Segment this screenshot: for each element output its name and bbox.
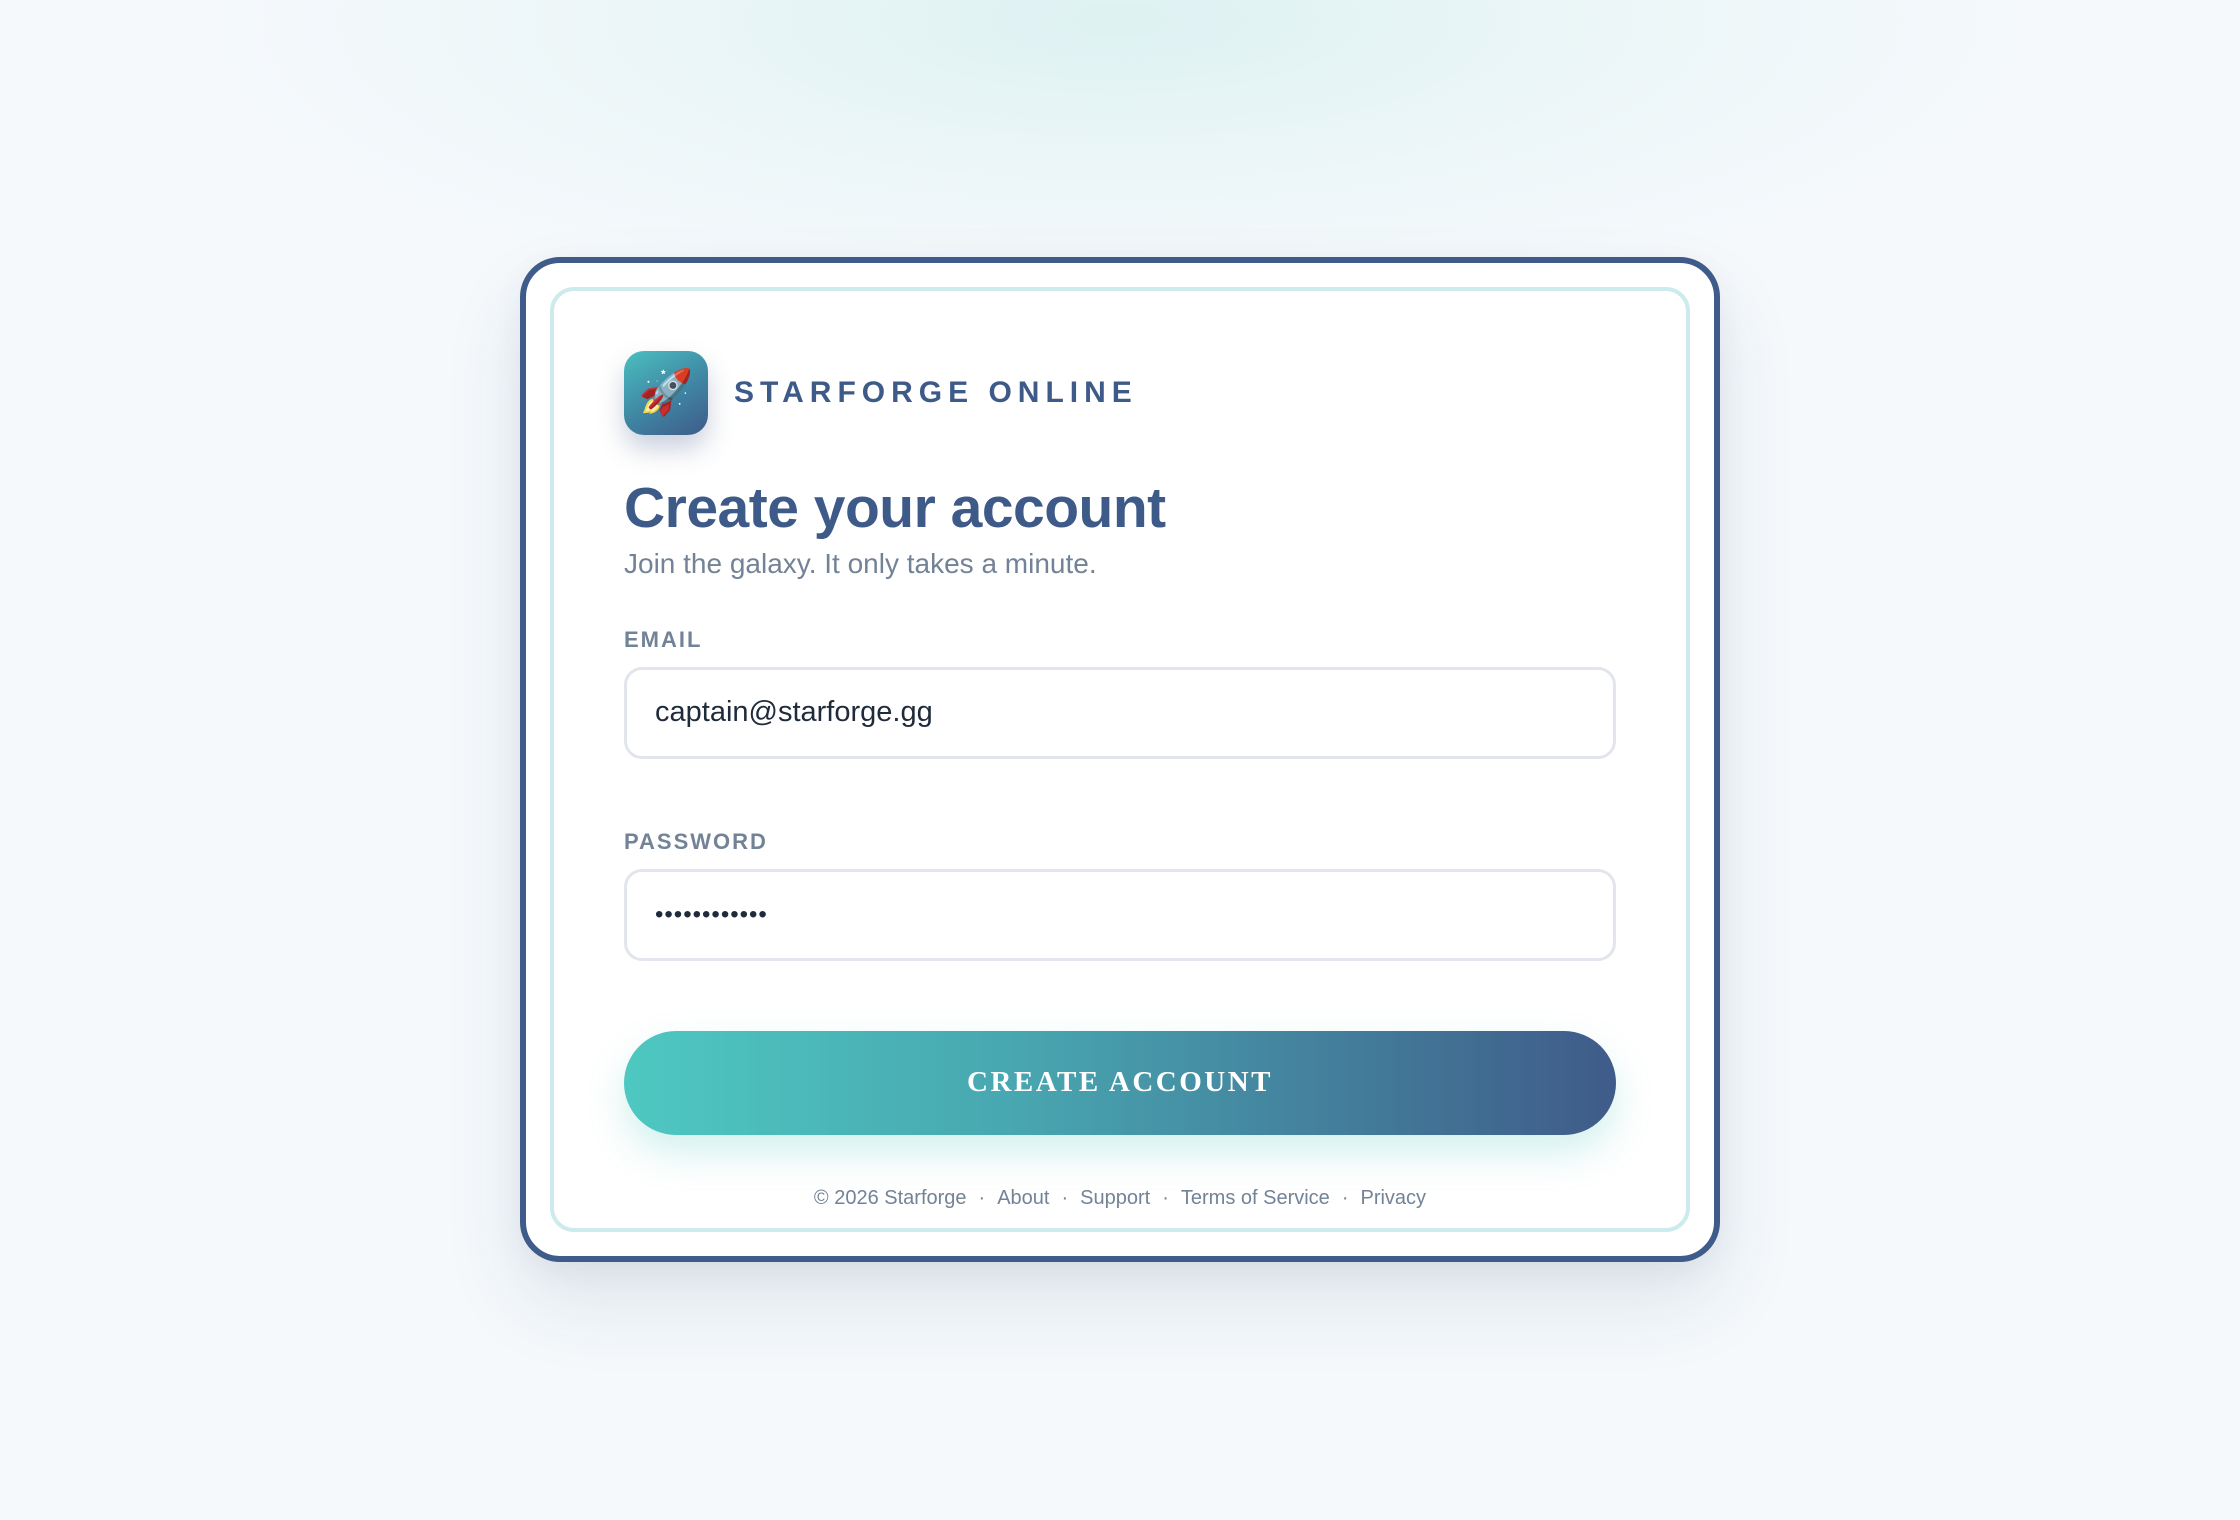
- footer-link-about[interactable]: About: [997, 1187, 1049, 1209]
- page-title: Create your account: [624, 476, 1166, 540]
- brand-name: STARFORGE ONLINE: [734, 376, 1138, 409]
- signup-card-inner-frame: 🚀 STARFORGE ONLINE Create your account J…: [550, 287, 1690, 1232]
- footer-link-support[interactable]: Support: [1080, 1187, 1150, 1209]
- footer-copyright: © 2026 Starforge: [813, 1186, 967, 1209]
- create-account-button[interactable]: CREATE ACCOUNT: [624, 1030, 1616, 1135]
- footer-separator: ·: [1162, 1186, 1169, 1209]
- footer-separator: ·: [978, 1186, 986, 1209]
- footer-link-terms[interactable]: Terms of Service: [1181, 1187, 1330, 1209]
- signup-card: 🚀 STARFORGE ONLINE Create your account J…: [520, 257, 1720, 1262]
- password-field[interactable]: ••••••••••••: [624, 868, 1616, 961]
- footer: © 2026 Starforge · About · Support · Terms of …: [624, 1187, 1616, 1210]
- email-label: EMAIL: [624, 626, 703, 652]
- rocket-icon: 🚀: [624, 351, 708, 435]
- footer-link-privacy[interactable]: Privacy: [1360, 1187, 1426, 1209]
- page-subtitle: Join the galaxy. It only takes a minute.: [624, 547, 1097, 579]
- footer-separator: ·: [1341, 1186, 1349, 1209]
- brand-header: 🚀 STARFORGE ONLINE: [624, 351, 1616, 435]
- email-field[interactable]: captain@starforge.gg: [624, 666, 1616, 759]
- background-glow: [220, 0, 2020, 300]
- signup-form: 🚀 STARFORGE ONLINE Create your account J…: [624, 351, 1616, 1210]
- footer-separator: ·: [1061, 1186, 1069, 1209]
- password-label: PASSWORD: [624, 828, 768, 854]
